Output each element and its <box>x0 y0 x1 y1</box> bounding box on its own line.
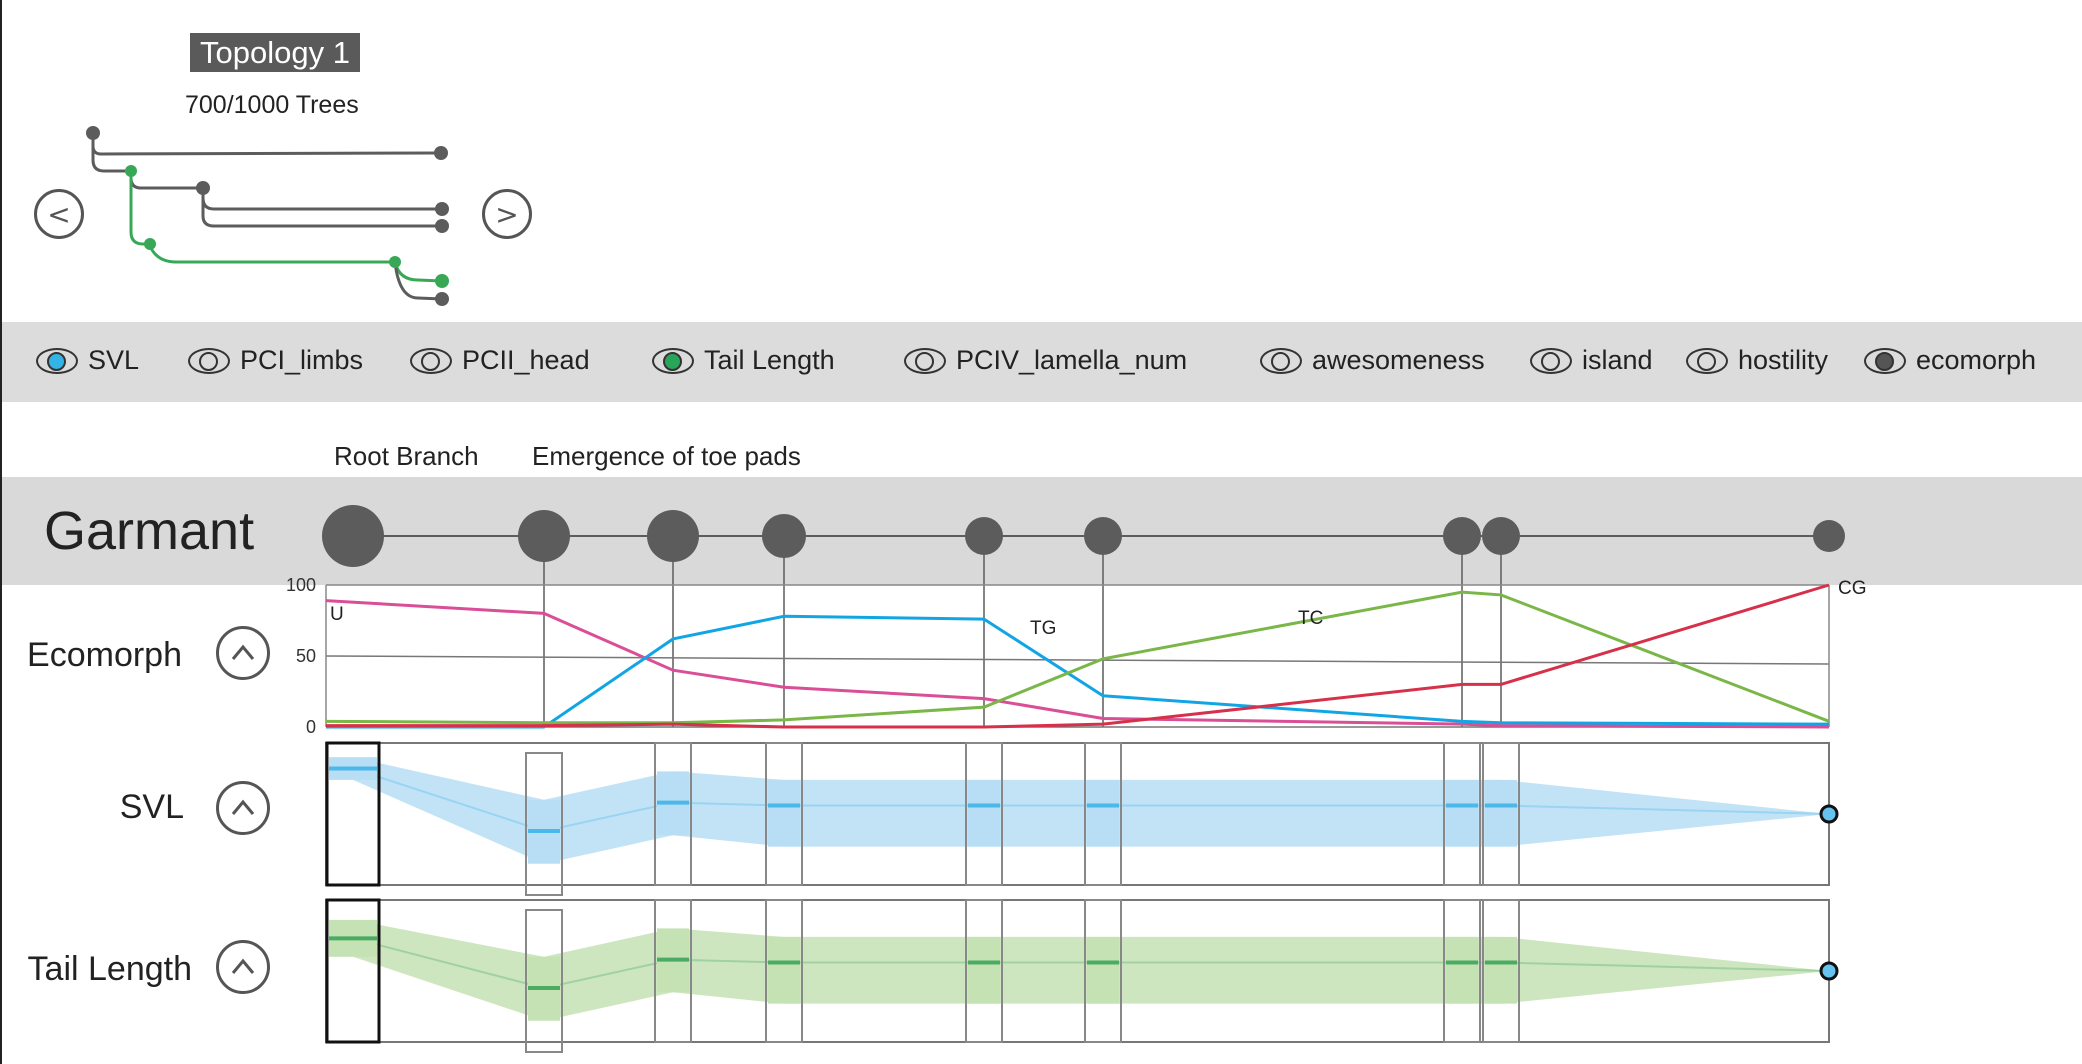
tree-node[interactable] <box>1084 517 1122 555</box>
tail-length-node-range <box>1087 936 1119 1004</box>
series-line-u <box>325 599 1830 729</box>
tree-node[interactable] <box>647 510 699 562</box>
series-label-tg: TG <box>1030 618 1056 639</box>
series-line-cg <box>326 583 1830 729</box>
tail-length-leaf-marker[interactable] <box>1819 961 1839 981</box>
garmant-visualization: 0 50 100 U TG TC CG <box>86 126 1867 1053</box>
y-tick-label: 50 <box>296 646 316 666</box>
tree-node[interactable] <box>965 517 1003 555</box>
tail-length-node-range <box>1446 936 1478 1004</box>
svl-node-range <box>1485 779 1517 847</box>
y-tick-label: 0 <box>306 717 316 737</box>
tail-length-node-range <box>768 936 800 1004</box>
tree-node[interactable] <box>1813 520 1845 552</box>
tree-node[interactable] <box>762 514 806 558</box>
svl-node-range <box>1446 779 1478 847</box>
series-label-cg: CG <box>1838 578 1867 599</box>
series-label-u: U <box>330 604 344 625</box>
svl-node-range <box>1087 779 1119 847</box>
gridline <box>325 655 1830 665</box>
svl-node-range <box>968 779 1000 847</box>
y-tick-label: 100 <box>286 575 316 595</box>
tree-node[interactable] <box>1482 517 1520 555</box>
tail-length-node-range <box>968 936 1000 1004</box>
series-label-tc: TC <box>1298 608 1323 629</box>
svl-node-range <box>768 779 800 847</box>
tree-node[interactable] <box>518 510 570 562</box>
tree-node[interactable] <box>1443 517 1481 555</box>
svl-leaf-marker[interactable] <box>1819 804 1839 824</box>
tail-length-node-range <box>1485 936 1517 1004</box>
topology-tree[interactable] <box>86 126 449 306</box>
tree-node[interactable] <box>322 505 384 567</box>
